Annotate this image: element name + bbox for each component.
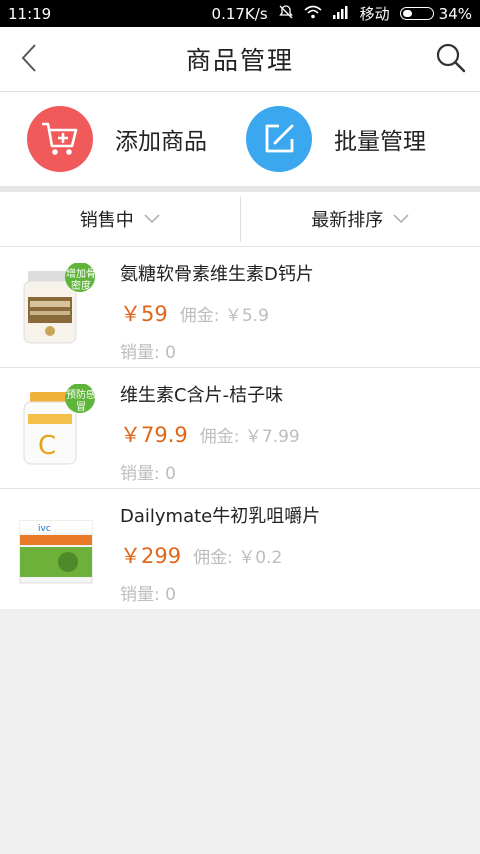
product-list: 增加骨密度 氨糖软骨素维生素D钙片 ￥59 佣金: ￥5.9 销量: 0 C 预…	[0, 247, 480, 609]
product-info: Dailymate牛初乳咀嚼片 ￥299 佣金: ￥0.2 销量: 0	[120, 489, 320, 609]
product-row[interactable]: 增加骨密度 氨糖软骨素维生素D钙片 ￥59 佣金: ￥5.9 销量: 0	[0, 247, 480, 368]
product-name: 维生素C含片-桔子味	[120, 382, 300, 410]
product-badge: 增加骨密度	[66, 269, 96, 293]
product-badge: 预防感冒	[66, 390, 96, 414]
top-bar: 商品管理	[0, 27, 480, 92]
product-sales: 销量: 0	[120, 580, 320, 605]
product-price: ￥79.9	[120, 419, 188, 449]
product-image: C 预防感冒	[18, 384, 96, 470]
battery-icon	[400, 7, 434, 20]
product-price-row: ￥299 佣金: ￥0.2	[120, 540, 320, 570]
product-info: 维生素C含片-桔子味 ￥79.9 佣金: ￥7.99 销量: 0	[120, 368, 300, 488]
chevron-down-icon	[393, 214, 409, 224]
svg-text:C: C	[38, 431, 56, 461]
product-image: ivc	[18, 505, 96, 591]
chevron-down-icon	[144, 214, 160, 224]
product-commission: 佣金: ￥7.99	[200, 422, 300, 447]
signal-icon	[332, 5, 350, 23]
back-button[interactable]	[14, 41, 44, 75]
search-button[interactable]	[434, 41, 468, 75]
mute-icon	[278, 4, 294, 24]
filter-bar: 销售中 最新排序	[0, 192, 480, 247]
carrier-label: 移动	[360, 3, 390, 24]
product-name: 氨糖软骨素维生素D钙片	[120, 261, 314, 289]
cart-plus-icon	[40, 120, 80, 158]
batch-manage-icon-circle	[246, 106, 312, 172]
status-filter-label: 销售中	[80, 206, 134, 232]
network-speed: 0.17K/s	[212, 5, 268, 23]
product-sales: 销量: 0	[120, 459, 300, 484]
page-title: 商品管理	[186, 41, 294, 77]
svg-text:ivc: ivc	[38, 524, 51, 534]
chevron-left-icon	[20, 43, 38, 73]
battery-percent: 34%	[439, 5, 472, 23]
add-product-icon-circle	[27, 106, 93, 172]
product-price-row: ￥79.9 佣金: ￥7.99	[120, 419, 300, 449]
batch-manage-button[interactable]: 批量管理	[240, 92, 480, 186]
product-name: Dailymate牛初乳咀嚼片	[120, 503, 320, 531]
status-time: 11:19	[8, 5, 51, 23]
empty-area	[0, 609, 480, 854]
product-row[interactable]: ivc Dailymate牛初乳咀嚼片 ￥299 佣金: ￥0.2 销量: 0	[0, 489, 480, 609]
product-commission: 佣金: ￥5.9	[180, 301, 269, 326]
search-icon	[435, 42, 467, 74]
sort-filter-dropdown[interactable]: 最新排序	[241, 192, 480, 246]
product-row[interactable]: C 预防感冒 维生素C含片-桔子味 ￥79.9 佣金: ￥7.99 销量: 0	[0, 368, 480, 489]
battery: 34%	[400, 5, 472, 23]
status-indicators: 0.17K/s 移动 34%	[212, 3, 472, 24]
wifi-icon	[304, 5, 322, 23]
product-price: ￥299	[120, 540, 181, 570]
status-filter-dropdown[interactable]: 销售中	[0, 192, 240, 246]
sort-filter-label: 最新排序	[311, 206, 383, 232]
action-bar: 添加商品 批量管理	[0, 92, 480, 186]
batch-manage-label: 批量管理	[334, 122, 426, 156]
product-price-row: ￥59 佣金: ￥5.9	[120, 298, 314, 328]
product-price: ￥59	[120, 298, 168, 328]
edit-icon	[261, 121, 297, 157]
status-bar: 11:19 0.17K/s 移动 34%	[0, 0, 480, 27]
product-info: 氨糖软骨素维生素D钙片 ￥59 佣金: ￥5.9 销量: 0	[120, 247, 314, 367]
product-commission: 佣金: ￥0.2	[193, 543, 282, 568]
product-sales: 销量: 0	[120, 338, 314, 363]
add-product-label: 添加商品	[115, 122, 207, 156]
add-product-button[interactable]: 添加商品	[0, 92, 240, 186]
product-image: 增加骨密度	[18, 263, 96, 349]
